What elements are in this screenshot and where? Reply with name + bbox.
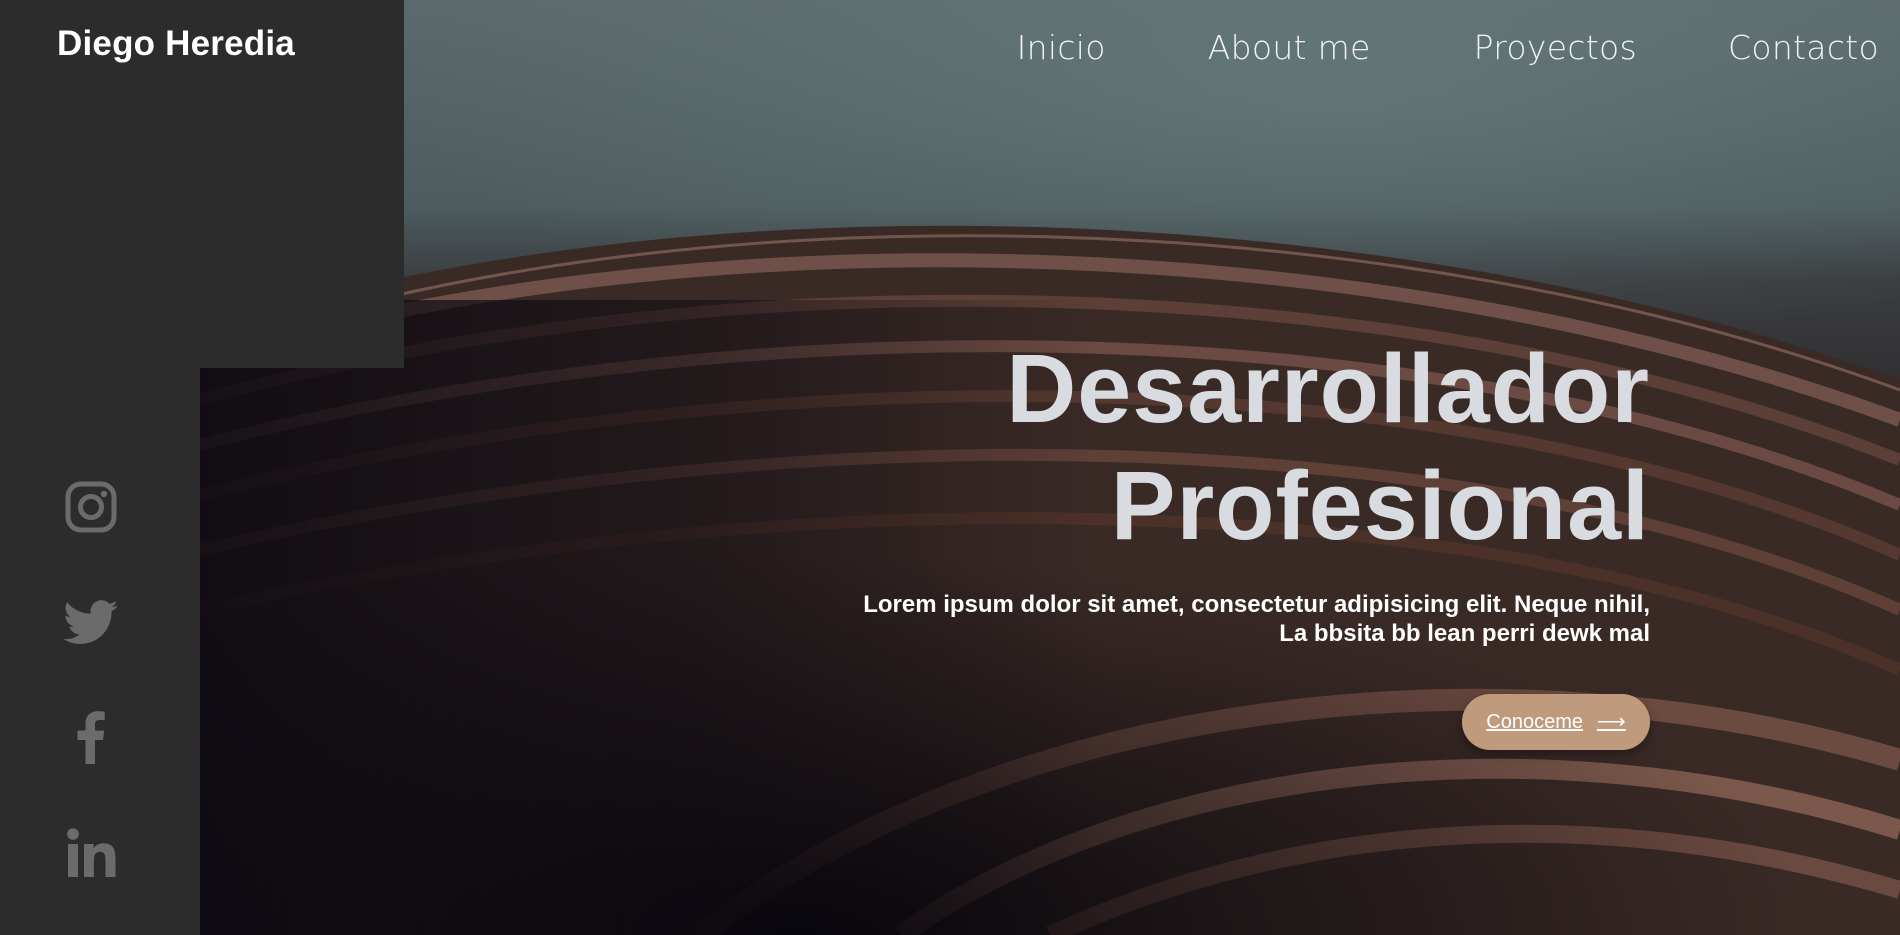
hero-title: Desarrollador Profesional: [1006, 330, 1650, 564]
social-links: [64, 480, 120, 935]
arrow-right-icon: ⟶: [1597, 711, 1626, 733]
nav-item-contacto[interactable]: Contacto: [1728, 28, 1879, 67]
hero-title-line-1: Desarrollador: [1006, 334, 1650, 443]
page: Diego Heredia Inicio About me Proyectos …: [0, 0, 1900, 935]
brand-block: Diego Heredia: [0, 0, 404, 368]
main-nav: Inicio About me Proyectos Contacto: [1017, 22, 1879, 72]
hero-subtitle-line-2: La bbsita bb lean perri dewk mal: [1279, 620, 1650, 647]
cta-label: Conoceme: [1486, 710, 1584, 733]
twitter-icon[interactable]: [64, 595, 120, 651]
facebook-icon[interactable]: [64, 710, 120, 766]
nav-item-proyectos[interactable]: Proyectos: [1474, 28, 1637, 67]
nav-item-about-me[interactable]: About me: [1208, 28, 1371, 67]
nav-item-inicio[interactable]: Inicio: [1017, 28, 1106, 67]
hero-subtitle: Lorem ipsum dolor sit amet, consectetur …: [750, 590, 1650, 648]
hero-subtitle-line-1: Lorem ipsum dolor sit amet, consectetur …: [863, 591, 1650, 618]
instagram-icon[interactable]: [64, 480, 120, 536]
conoceme-button[interactable]: Conoceme ⟶: [1462, 694, 1650, 750]
hero-title-line-2: Profesional: [1110, 451, 1650, 560]
brand-name[interactable]: Diego Heredia: [57, 24, 295, 64]
linkedin-icon[interactable]: [64, 825, 120, 881]
